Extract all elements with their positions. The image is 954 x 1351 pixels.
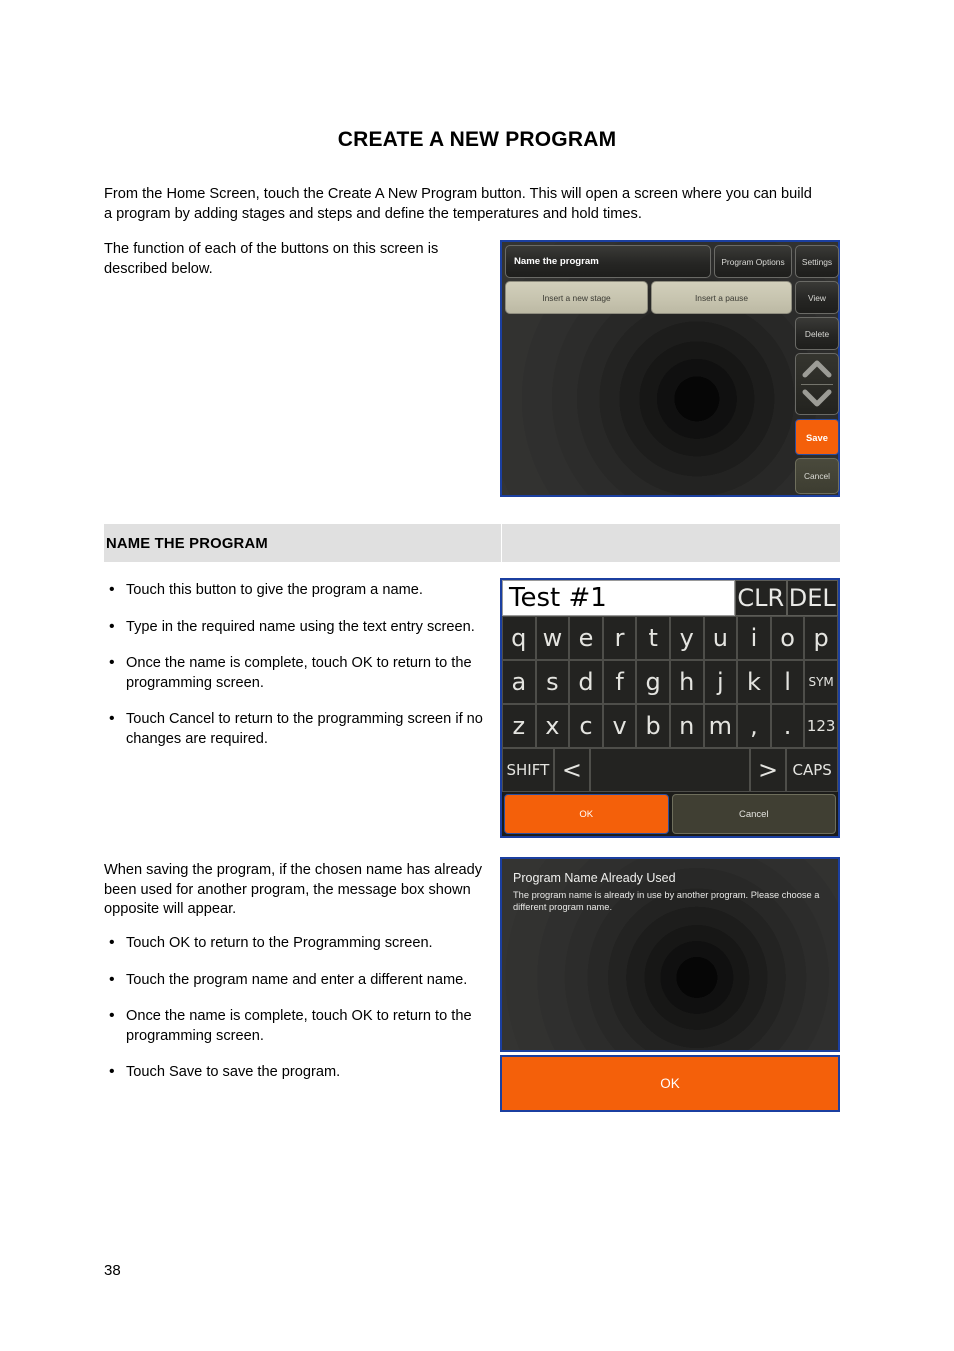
list-item: Once the name is complete, touch OK to r…: [104, 1006, 504, 1046]
list-item: Touch Cancel to return to the programmin…: [104, 709, 504, 749]
key-d[interactable]: d: [569, 660, 603, 704]
name-the-program-label: Name the program: [514, 256, 599, 267]
list-item: Touch Save to save the program.: [104, 1062, 504, 1083]
screen-background: [502, 242, 838, 495]
key-l[interactable]: l: [770, 660, 805, 704]
page-title: CREATE A NEW PROGRAM: [337, 128, 617, 151]
key-space[interactable]: [590, 748, 750, 792]
insert-a-new-stage-button[interactable]: Insert a new stage: [505, 281, 648, 314]
saving-paragraph: When saving the program, if the chosen n…: [104, 862, 483, 917]
key-k[interactable]: k: [737, 660, 771, 704]
program-name-input[interactable]: Test #1: [502, 580, 735, 616]
cancel-label: Cancel: [803, 471, 831, 481]
key-t[interactable]: t: [636, 616, 670, 660]
cancel-button[interactable]: Cancel: [795, 458, 839, 494]
program-options-button[interactable]: Program Options: [714, 245, 792, 278]
list-item: Type in the required name using the text…: [104, 617, 504, 638]
intro-paragraph: From the Home Screen, touch the Create A…: [104, 186, 812, 222]
dialog-background: [502, 859, 838, 1050]
view-label: View: [807, 292, 826, 303]
keyboard-row-3: z x c v b n m , . 123: [502, 704, 838, 748]
keyboard-top-bar: Test #1 CLR DEL: [502, 580, 838, 616]
settings-button[interactable]: Settings: [795, 245, 839, 278]
key-e[interactable]: e: [569, 616, 603, 660]
key-123[interactable]: 123: [804, 704, 838, 748]
nav-pad-divider: [801, 384, 833, 385]
key-j[interactable]: j: [703, 660, 738, 704]
list-item: Touch OK to return to the Programming sc…: [104, 933, 504, 954]
name-program-bullet-list: Touch this button to give the program a …: [104, 580, 504, 766]
insert-a-pause-button[interactable]: Insert a pause: [651, 281, 792, 314]
key-w[interactable]: w: [535, 616, 570, 660]
key-p[interactable]: p: [804, 616, 838, 660]
key-q[interactable]: q: [502, 616, 536, 660]
delete-button[interactable]: Delete: [795, 317, 839, 350]
delete-key[interactable]: DEL: [786, 580, 838, 616]
key-o[interactable]: o: [770, 616, 805, 660]
key-i[interactable]: i: [737, 616, 771, 660]
view-button[interactable]: View: [795, 281, 839, 314]
delete-label: Delete: [804, 328, 830, 339]
duplicate-name-bullet-list: Touch OK to return to the Programming sc…: [104, 933, 504, 1100]
key-period[interactable]: .: [770, 704, 805, 748]
key-comma[interactable]: ,: [737, 704, 771, 748]
keyboard-action-bar: OK Cancel: [502, 792, 838, 836]
duplicate-name-dialog: Program Name Already Used The program na…: [500, 857, 840, 1052]
key-g[interactable]: g: [636, 660, 670, 704]
section-band-divider: [501, 524, 502, 562]
key-sym[interactable]: SYM: [804, 660, 838, 704]
keyboard-row-1: q w e r t y u i o p: [502, 616, 838, 660]
text-entry-screen: Test #1 CLR DEL q w e r t y u i o p a s …: [500, 578, 840, 838]
key-a[interactable]: a: [502, 660, 536, 704]
key-s[interactable]: s: [535, 660, 570, 704]
page-number: 38: [104, 1262, 121, 1279]
insert-a-pause-label: Insert a pause: [694, 292, 749, 303]
dialog-ok-button[interactable]: OK: [500, 1055, 840, 1112]
manual-page: CREATE A NEW PROGRAM From the Home Scree…: [0, 0, 954, 1351]
keyboard-cancel-button[interactable]: Cancel: [671, 794, 836, 834]
list-item: Once the name is complete, touch OK to r…: [104, 653, 504, 693]
key-r[interactable]: r: [602, 616, 637, 660]
key-b[interactable]: b: [636, 704, 670, 748]
section-title: NAME THE PROGRAM: [106, 536, 268, 552]
chevron-up-icon[interactable]: [796, 359, 838, 379]
save-label: Save: [806, 431, 828, 443]
key-f[interactable]: f: [602, 660, 637, 704]
chevron-down-icon[interactable]: [796, 388, 838, 408]
list-item: Touch the program name and enter a diffe…: [104, 970, 504, 991]
dialog-title: Program Name Already Used: [513, 871, 676, 885]
key-c[interactable]: c: [569, 704, 603, 748]
key-u[interactable]: u: [703, 616, 738, 660]
keyboard-row-2: a s d f g h j k l SYM: [502, 660, 838, 704]
key-shift[interactable]: SHIFT: [502, 748, 554, 792]
key-v[interactable]: v: [602, 704, 637, 748]
key-x[interactable]: x: [535, 704, 570, 748]
save-button[interactable]: Save: [795, 419, 839, 455]
key-arrow-left[interactable]: <: [553, 748, 591, 792]
name-the-program-button[interactable]: Name the program: [505, 245, 711, 278]
insert-a-new-stage-label: Insert a new stage: [542, 292, 611, 303]
program-editor-screen: Name the program Program Options Setting…: [500, 240, 840, 497]
key-caps[interactable]: CAPS: [786, 748, 839, 792]
keyboard-row-4: SHIFT < > CAPS: [502, 748, 839, 792]
keyboard-ok-button[interactable]: OK: [504, 794, 669, 834]
clear-key[interactable]: CLR: [735, 580, 787, 616]
key-h[interactable]: h: [669, 660, 704, 704]
list-item: Touch this button to give the program a …: [104, 580, 504, 601]
dialog-body-text: The program name is already in use by an…: [513, 890, 820, 912]
key-y[interactable]: y: [669, 616, 704, 660]
key-arrow-right[interactable]: >: [749, 748, 787, 792]
program-options-label: Program Options: [721, 256, 785, 267]
key-z[interactable]: z: [502, 704, 536, 748]
scroll-nav-pad[interactable]: [795, 353, 839, 415]
function-paragraph: The function of each of the buttons on t…: [104, 241, 439, 277]
settings-label: Settings: [801, 256, 833, 267]
key-n[interactable]: n: [669, 704, 704, 748]
key-m[interactable]: m: [703, 704, 738, 748]
